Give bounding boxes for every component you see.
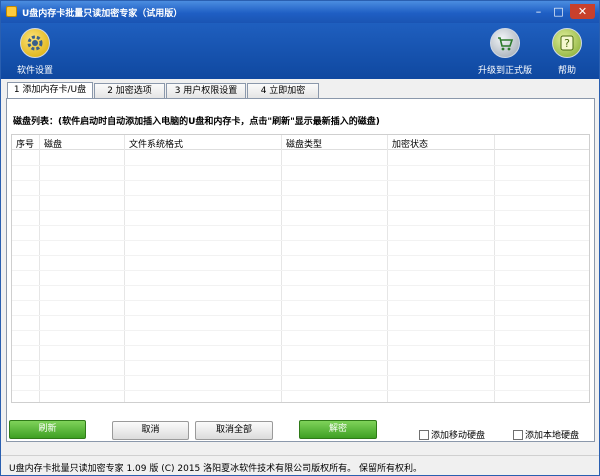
column-index[interactable]: 序号 [16,137,34,150]
status-bar: U盘内存卡批量只读加密专家 1.09 版 (C) 2015 洛阳夏冰软件技术有限… [1,455,599,475]
refresh-button[interactable]: 刷新 [9,420,86,439]
app-icon [6,6,17,17]
checkbox-box[interactable] [419,429,429,440]
disk-table[interactable]: 序号 磁盘 文件系统格式 磁盘类型 加密状态 [11,134,590,403]
cancel-all-button[interactable]: 取消全部 [195,421,273,440]
maximize-button[interactable]: □ [550,4,567,19]
toolbar: 软件设置 升级到正式版 ? 帮助 [1,23,599,79]
settings-label: 软件设置 [16,66,53,76]
cart-icon [490,28,520,58]
column-divider [494,135,495,402]
row-divider [12,195,589,196]
row-divider [12,240,589,241]
add-local-disk-checkbox[interactable]: 添加本地硬盘 [513,428,579,441]
row-divider [12,255,589,256]
column-divider [281,135,282,402]
tab-panel: 磁盘列表：(软件启动时自动添加插入电脑的U盘和内存卡，点击"刷新"显示最新插入的… [6,98,595,442]
app-window: U盘内存卡批量只读加密专家（试用版） – □ ✕ 软件设置 升级到正式版 ? 帮… [0,0,600,476]
row-divider [12,300,589,301]
row-divider [12,390,589,391]
column-divider [387,135,388,402]
row-divider [12,210,589,211]
row-divider [12,345,589,346]
row-divider [12,270,589,271]
upgrade-button[interactable]: 升级到正式版 [478,28,532,76]
help-label: 帮助 [557,66,576,76]
cancel-button[interactable]: 取消 [112,421,189,440]
row-divider [12,315,589,316]
table-header: 序号 磁盘 文件系统格式 磁盘类型 加密状态 [12,135,589,150]
tab-user-permissions[interactable]: 3 用户权限设置 [166,83,246,99]
close-button[interactable]: ✕ [570,4,595,19]
tab-add-disk[interactable]: 1 添加内存卡/U盘 [7,82,93,99]
title-bar[interactable]: U盘内存卡批量只读加密专家（试用版） – □ ✕ [1,1,599,23]
row-divider [12,225,589,226]
checkbox-box[interactable] [513,429,523,440]
help-button[interactable]: ? 帮助 [549,28,585,76]
tab-encrypt-options[interactable]: 2 加密选项 [94,83,165,99]
window-title: U盘内存卡批量只读加密专家（试用版） [22,9,183,19]
column-divider [124,135,125,402]
help-icon: ? [552,28,582,58]
upgrade-label: 升级到正式版 [478,66,533,76]
tab-encrypt-now[interactable]: 4 立即加密 [247,83,319,99]
row-divider [12,375,589,376]
gear-icon [20,28,50,58]
column-disk[interactable]: 磁盘 [44,137,62,150]
row-divider [12,360,589,361]
row-divider [12,180,589,181]
add-removable-disk-label: 添加移动硬盘 [431,431,486,441]
minimize-button[interactable]: – [530,4,547,19]
disk-list-label: 磁盘列表：(软件启动时自动添加插入电脑的U盘和内存卡，点击"刷新"显示最新插入的… [13,117,380,127]
add-removable-disk-checkbox[interactable]: 添加移动硬盘 [419,428,485,441]
column-encrypt-status[interactable]: 加密状态 [392,137,428,150]
column-filesystem[interactable]: 文件系统格式 [129,137,183,150]
copyright-text: U盘内存卡批量只读加密专家 1.09 版 (C) 2015 洛阳夏冰软件技术有限… [9,464,423,474]
column-divider [39,135,40,402]
settings-button[interactable]: 软件设置 [15,28,55,76]
row-divider [12,330,589,331]
column-disk-type[interactable]: 磁盘类型 [286,137,322,150]
row-divider [12,285,589,286]
add-local-disk-label: 添加本地硬盘 [525,431,580,441]
decrypt-button[interactable]: 解密 [299,420,377,439]
row-divider [12,165,589,166]
svg-text:?: ? [564,37,570,50]
